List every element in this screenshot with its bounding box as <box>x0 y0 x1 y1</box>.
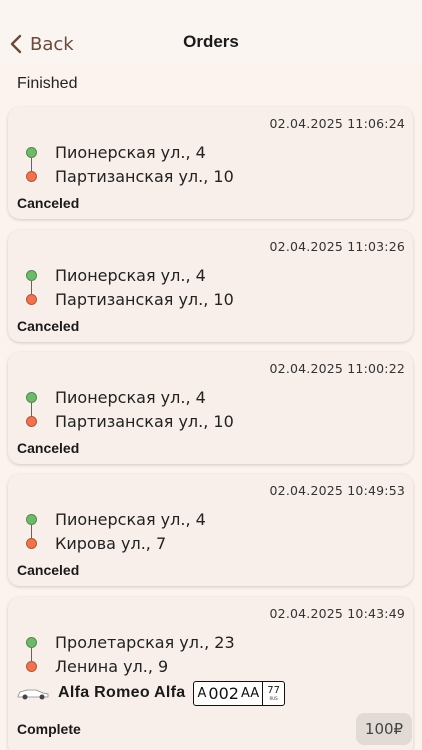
origin-dot-icon <box>26 392 37 403</box>
order-card[interactable]: 02.04.2025 11:03:26 Пионерская ул., 4 Па… <box>8 230 413 342</box>
order-timestamp: 02.04.2025 11:03:26 <box>269 239 405 254</box>
page-title: Orders <box>183 32 239 51</box>
route-line <box>31 403 32 417</box>
order-card[interactable]: 02.04.2025 11:00:22 Пионерская ул., 4 Па… <box>8 352 413 464</box>
origin-address: Пионерская ул., 4 <box>55 510 206 529</box>
section-label-finished: Finished <box>17 75 78 92</box>
destination-address: Партизанская ул., 10 <box>55 167 234 186</box>
destination-dot-icon <box>26 661 37 672</box>
plate-letter: A <box>197 685 207 701</box>
order-price: 100₽ <box>356 713 412 745</box>
order-route: Пионерская ул., 4 Партизанская ул., 10 <box>26 388 386 442</box>
order-status: Canceled <box>17 440 80 456</box>
order-route: Пионерская ул., 4 Партизанская ул., 10 <box>26 143 386 197</box>
destination-address: Ленина ул., 9 <box>55 657 169 676</box>
order-timestamp: 02.04.2025 11:00:22 <box>269 361 405 376</box>
route-line <box>31 158 32 172</box>
order-card[interactable]: 02.04.2025 10:43:49 Пролетарская ул., 23… <box>8 597 413 750</box>
origin-address: Пионерская ул., 4 <box>55 266 206 285</box>
route-line <box>31 525 32 539</box>
origin-dot-icon <box>26 270 37 281</box>
plate-digits: 002 <box>208 683 239 703</box>
origin-address: Пионерская ул., 4 <box>55 143 206 162</box>
destination-address: Партизанская ул., 10 <box>55 290 234 309</box>
order-status: Complete <box>17 721 81 737</box>
order-card[interactable]: 02.04.2025 11:06:24 Пионерская ул., 4 Па… <box>8 107 413 219</box>
plate-letters: AA <box>240 685 260 701</box>
origin-dot-icon <box>26 514 37 525</box>
origin-dot-icon <box>26 147 37 158</box>
car-icon <box>17 689 49 700</box>
license-plate: A 002 AA 77 RUS <box>193 680 286 706</box>
origin-address: Пролетарская ул., 23 <box>55 633 235 652</box>
order-card[interactable]: 02.04.2025 10:49:53 Пионерская ул., 4 Ки… <box>8 474 413 586</box>
order-status: Canceled <box>17 562 80 578</box>
order-timestamp: 02.04.2025 10:43:49 <box>269 606 405 621</box>
order-route: Пионерская ул., 4 Кирова ул., 7 <box>26 510 386 564</box>
order-timestamp: 02.04.2025 10:49:53 <box>269 483 405 498</box>
origin-dot-icon <box>26 637 37 648</box>
plate-main: A 002 AA <box>194 682 262 705</box>
route-line <box>31 648 32 662</box>
order-route: Пионерская ул., 4 Партизанская ул., 10 <box>26 266 386 320</box>
plate-country: RUS <box>269 696 278 701</box>
order-timestamp: 02.04.2025 11:06:24 <box>269 116 405 131</box>
car-name: Alfa Romeo Alfa <box>58 684 186 701</box>
destination-dot-icon <box>26 538 37 549</box>
destination-dot-icon <box>26 171 37 182</box>
destination-address: Кирова ул., 7 <box>55 534 167 553</box>
destination-address: Партизанская ул., 10 <box>55 412 234 431</box>
destination-dot-icon <box>26 416 37 427</box>
order-status: Canceled <box>17 318 80 334</box>
car-info: Alfa Romeo Alfa A 002 AA 77 RUS <box>16 679 316 707</box>
order-status: Canceled <box>17 195 80 211</box>
plate-region: 77 RUS <box>262 681 284 705</box>
destination-dot-icon <box>26 294 37 305</box>
nav-header: Back Orders <box>0 0 422 66</box>
plate-region-number: 77 <box>267 685 280 696</box>
origin-address: Пионерская ул., 4 <box>55 388 206 407</box>
route-line <box>31 281 32 295</box>
